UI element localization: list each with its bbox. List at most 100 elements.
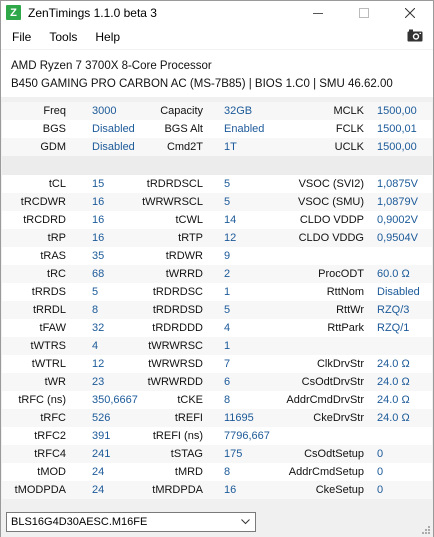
timing-value: 32GB [224,105,253,117]
resize-grip-icon[interactable] [421,525,431,535]
table-row: tWTRL 12 tWRWRSD 7 ClkDrvStr 24.0 Ω [2,355,432,373]
timing-label: tRP [47,232,66,244]
timing-label: tREFI [174,412,203,424]
timing-value: 1,0879V [377,196,418,208]
timing-label: tRFC2 [34,430,66,442]
table-row: tRRDL 8 tRDRDSD 5 RttWr RZQ/3 [2,301,432,319]
timing-value: 0,9002V [377,214,418,226]
timing-label: tMRD [174,466,203,478]
table-row: tMODPDA 24 tMRDPDA 16 CkeSetup 0 [2,481,432,499]
timing-label: VSOC (SVI2) [298,178,364,190]
table-row: tRFC (ns) 350,6667 tCKE 8 AddrCmdDrvStr 24.0 … [2,391,432,409]
timing-label: tRRDL [32,304,66,316]
timing-label: Freq [43,105,66,117]
timing-value: 35 [92,250,105,262]
timing-label: tMRDPDA [152,484,203,496]
timing-value: 16 [92,196,105,208]
module-select[interactable]: BLS16G4D30AESC.M16FE [6,512,256,532]
timing-label: tRDRDDD [152,322,203,334]
timing-value: 24.0 Ω [377,358,410,370]
bottom-bar: BLS16G4D30AESC.M16FE [1,504,433,537]
timing-label: tRFC4 [34,448,66,460]
app-icon: Z [6,5,21,20]
maximize-button[interactable] [341,1,387,24]
table-row: tMOD 24 tMRD 8 AddrCmdSetup 0 [2,463,432,481]
timing-label: CLDO VDDP [299,214,364,226]
timing-label: AddrCmdDrvStr [286,394,364,406]
timing-label: ProcODT [318,268,364,280]
timing-value: 24.0 Ω [377,394,410,406]
cpu-name: AMD Ryzen 7 3700X 8-Core Processor [11,60,212,72]
table-row: tRFC4 241 tSTAG 175 CsOdtSetup 0 [2,445,432,463]
timing-value: 5 [224,178,231,190]
timing-label: tMODPDA [14,484,66,496]
board-info: B450 GAMING PRO CARBON AC (MS-7B85) | BI… [11,78,393,90]
minimize-button[interactable] [295,1,341,24]
timing-value: 8 [224,394,231,406]
table-row: tRFC2 391 tREFI (ns) 7796,667 [2,427,432,445]
timing-label: Capacity [160,105,203,117]
table-row: tWTRS 4 tWRWRSC 1 [2,337,432,355]
timing-value: 68 [92,268,105,280]
menu-tools[interactable]: Tools [42,30,84,44]
timing-label: tCKE [177,394,203,406]
timing-value: RZQ/1 [377,322,410,334]
close-icon [405,7,415,18]
timing-value: 12 [92,358,105,370]
timing-label: CkeSetup [315,484,364,496]
timing-value: 7796,667 [224,430,270,442]
table-row: tRC 68 tWRRD 2 ProcODT 60.0 Ω [2,265,432,283]
timing-value: 8 [92,304,99,316]
menu-file[interactable]: File [5,30,38,44]
timing-label: tCWL [175,214,204,226]
timing-value: 1T [224,141,237,153]
timing-value: Disabled [377,286,420,298]
timing-label: RttWr [336,304,364,316]
timing-value: 1 [224,340,231,352]
timing-value: Enabled [224,123,265,135]
timing-label: tRAS [40,250,66,262]
timing-label: tRC [47,268,66,280]
timing-label: tRTP [178,232,203,244]
timing-value: 5 [92,286,99,298]
table-row: tRFC 526 tREFI 11695 CkeDrvStr 24.0 Ω [2,409,432,427]
menu-help[interactable]: Help [88,30,127,44]
timing-value: 15 [92,178,105,190]
timing-value: 5 [224,196,231,208]
timing-value: 24.0 Ω [377,412,410,424]
timing-label: Cmd2T [166,141,203,153]
chevron-down-icon [241,519,250,525]
screenshot-button[interactable] [407,29,423,45]
close-button[interactable] [387,1,433,24]
table-row: tCL 15 tRDRDSCL 5 VSOC (SVI2) 1,0875V [2,175,432,193]
timing-label: tMOD [37,466,66,478]
timing-value: 2 [224,268,231,280]
title-bar[interactable]: Z ZenTimings 1.1.0 beta 3 [1,1,433,24]
app-window: Z ZenTimings 1.1.0 beta 3 File Tools Hel… [0,0,434,537]
table-row: tFAW 32 tRDRDDD 4 RttPark RZQ/1 [2,319,432,337]
timing-label: tFAW [39,322,66,334]
timing-value: 24.0 Ω [377,376,410,388]
timing-value: 175 [224,448,243,460]
timing-value: 1 [224,286,231,298]
timing-value: 32 [92,322,105,334]
timing-label: CsOdtSetup [304,448,364,460]
timing-label: RttPark [327,322,364,334]
timing-value: 14 [224,214,237,226]
timing-value: Disabled [92,123,135,135]
timing-label: tWRRD [165,268,203,280]
timing-value: 3000 [92,105,117,117]
timing-value: 16 [92,214,105,226]
maximize-icon [359,7,369,18]
timing-label: BGS [42,123,66,135]
timing-label: tWTRL [31,358,66,370]
timing-label: tWRWRDD [147,376,203,388]
timing-value: 1500,01 [377,123,417,135]
timing-label: tRRDS [31,286,66,298]
timing-label: tRDRDSCL [146,178,203,190]
timing-value: 4 [92,340,99,352]
timing-label: VSOC (SMU) [298,196,364,208]
timing-value: 8 [224,466,231,478]
timing-label: CsOdtDrvStr [301,376,364,388]
timing-label: MCLK [333,105,364,117]
